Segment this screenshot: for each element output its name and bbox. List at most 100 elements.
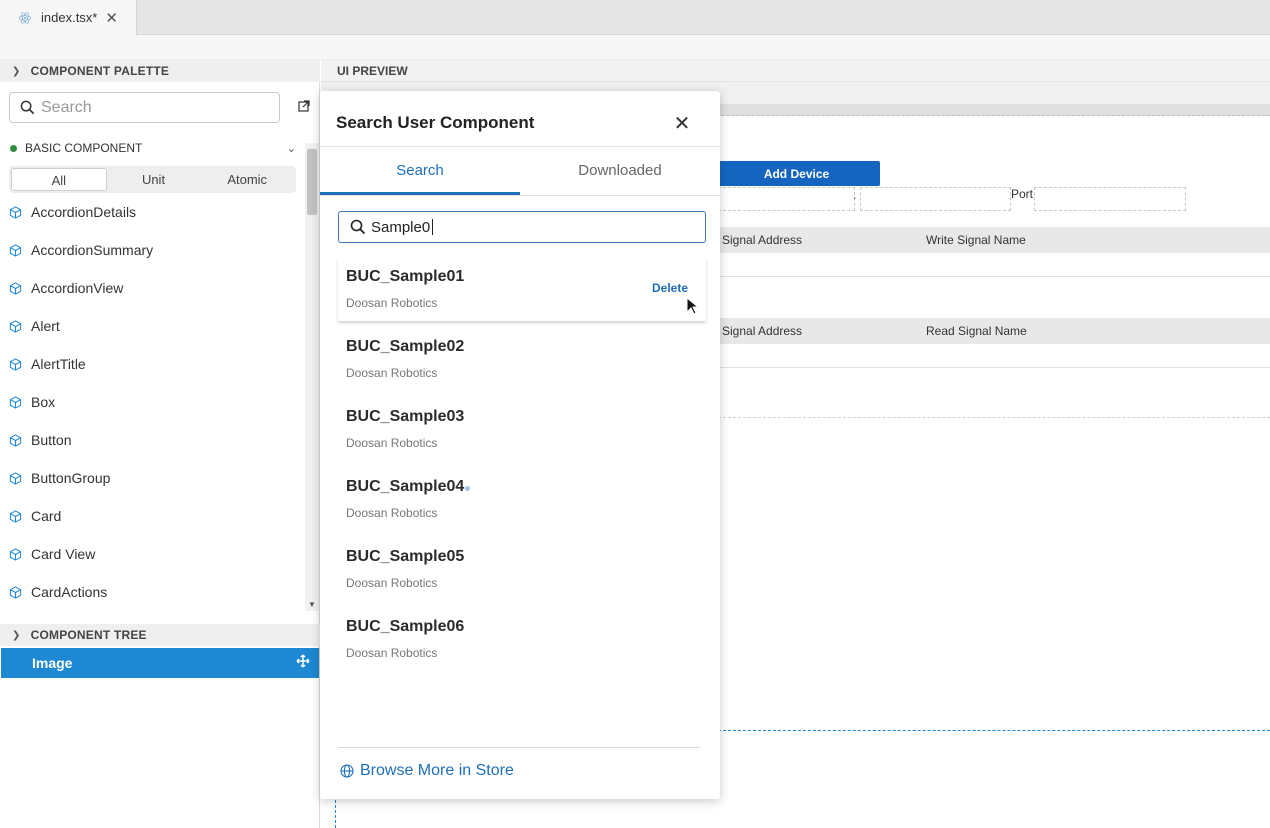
cube-icon — [9, 281, 22, 295]
palette-item[interactable]: AccordionDetails — [0, 193, 305, 231]
selection-outline — [713, 730, 1270, 731]
tree-item-selected[interactable]: Image — [1, 648, 319, 678]
close-icon[interactable]: ✕ — [105, 9, 118, 27]
ip-separator: . — [853, 188, 857, 202]
cube-icon — [9, 547, 22, 561]
chevron-down-icon[interactable]: ❯ — [12, 630, 21, 641]
read-signal-name-label: Read Signal Name — [926, 324, 1027, 338]
ip-field[interactable] — [860, 187, 1011, 211]
dialog-title: Search User Component — [336, 113, 535, 132]
ip-field[interactable] — [713, 187, 855, 211]
palette-item-label: ButtonGroup — [31, 470, 111, 486]
preview-header-label: UI PREVIEW — [337, 63, 408, 78]
palette-search-input[interactable]: Search — [9, 92, 280, 123]
result-item[interactable]: BUC_Sample02 Doosan Robotics — [338, 329, 706, 391]
cube-icon — [9, 319, 22, 333]
result-name: BUC_Sample04 — [346, 478, 465, 495]
palette-item-label: Card — [31, 508, 62, 524]
add-device-button[interactable]: Add Device — [713, 161, 880, 186]
component-filter: All Unit Atomic — [9, 166, 296, 193]
tab-downloaded[interactable]: Downloaded — [520, 147, 720, 195]
palette-list: AccordionDetails AccordionSummary Accord… — [0, 193, 305, 611]
filter-atomic[interactable]: Atomic — [200, 168, 294, 191]
chevron-down-icon[interactable]: ⌄ — [287, 142, 296, 155]
search-icon — [20, 100, 35, 115]
write-signal-name-label: Write Signal Name — [926, 233, 1026, 247]
divider — [713, 367, 1270, 368]
divider — [320, 195, 720, 196]
write-signal-address-label: Signal Address — [722, 233, 803, 247]
browse-store-label: Browse More in Store — [360, 762, 514, 779]
filter-all[interactable]: All — [11, 168, 107, 191]
component-search-value: Sample0 — [371, 218, 431, 236]
scroll-down-icon[interactable]: ▼ — [308, 600, 316, 609]
palette-item[interactable]: Card — [0, 497, 305, 535]
palette-item[interactable]: Button — [0, 421, 305, 459]
filter-unit[interactable]: Unit — [107, 168, 201, 191]
result-org: Doosan Robotics — [346, 366, 438, 380]
tree-header[interactable]: ❯ COMPONENT TREE — [0, 624, 320, 646]
result-item[interactable]: BUC_Sample03 Doosan Robotics — [338, 399, 706, 461]
react-icon — [18, 11, 32, 24]
search-user-component-dialog: Search User Component ✕ Search Downloade… — [320, 91, 720, 799]
palette-item[interactable]: AlertTitle — [0, 345, 305, 383]
divider — [713, 417, 1270, 418]
write-signal-header: Signal Address Write Signal Name — [713, 227, 1270, 253]
result-org: Doosan Robotics — [346, 576, 438, 590]
editor-tab[interactable]: index.tsx* ✕ — [0, 0, 137, 35]
port-field[interactable] — [1034, 187, 1186, 211]
palette-scrollbar[interactable]: ▼ — [305, 143, 319, 611]
palette-search-placeholder: Search — [41, 98, 92, 116]
cube-icon — [9, 433, 22, 447]
result-item[interactable]: BUC_Sample05 Doosan Robotics — [338, 539, 706, 601]
result-name: BUC_Sample01 — [346, 268, 465, 285]
cube-icon — [9, 585, 22, 599]
cube-icon — [9, 395, 22, 409]
palette-item[interactable]: Alert — [0, 307, 305, 345]
editor-tab-label: index.tsx* — [41, 10, 98, 25]
text-caret — [432, 219, 434, 235]
loading-dot-icon — [465, 486, 470, 491]
palette-item-label: AlertTitle — [31, 356, 86, 372]
result-org: Doosan Robotics — [346, 436, 438, 450]
editor-tab-bar — [0, 0, 1270, 35]
palette-item-label: AccordionView — [31, 280, 124, 296]
palette-item-label: Box — [31, 394, 56, 410]
cube-icon — [9, 357, 22, 371]
palette-header-label: COMPONENT PALETTE — [30, 64, 170, 78]
palette-item[interactable]: Card View — [0, 535, 305, 573]
search-icon — [350, 219, 366, 235]
palette-item-label: AccordionDetails — [31, 204, 137, 220]
palette-item[interactable]: Box — [0, 383, 305, 421]
read-signal-header: Signal Address Read Signal Name — [713, 318, 1270, 344]
chevron-down-icon[interactable]: ❯ — [12, 66, 21, 77]
palette-item[interactable]: AccordionView — [0, 269, 305, 307]
result-item[interactable]: BUC_Sample06 Doosan Robotics — [338, 609, 706, 671]
divider — [713, 276, 1270, 277]
cube-icon — [9, 243, 22, 257]
open-external-icon[interactable] — [298, 100, 310, 115]
tab-search[interactable]: Search — [320, 147, 520, 195]
palette-item-label: Button — [31, 432, 72, 448]
result-item[interactable]: BUC_Sample01 Doosan Robotics Delete — [338, 259, 706, 321]
close-icon[interactable]: ✕ — [672, 111, 692, 136]
scrollbar-thumb[interactable] — [307, 149, 317, 215]
result-name: BUC_Sample03 — [346, 408, 465, 425]
palette-item[interactable]: AccordionSummary — [0, 231, 305, 269]
component-search-input[interactable]: Sample0 — [338, 211, 706, 243]
selection-outline — [335, 800, 336, 828]
toolbar-strip — [0, 35, 1270, 60]
move-icon[interactable] — [296, 654, 310, 668]
palette-item[interactable]: ButtonGroup — [0, 459, 305, 497]
basic-component-group[interactable]: BASIC COMPONENT ⌄ — [10, 138, 300, 158]
delete-button[interactable]: Delete — [652, 281, 688, 295]
result-item[interactable]: BUC_Sample04 Doosan Robotics — [338, 469, 706, 531]
palette-header[interactable]: ❯ COMPONENT PALETTE — [0, 60, 320, 82]
result-name: BUC_Sample05 — [346, 548, 465, 565]
palette-item-label: AccordionSummary — [31, 242, 154, 258]
mouse-pointer-icon — [686, 297, 700, 315]
status-dot — [10, 144, 17, 152]
divider — [338, 747, 700, 748]
palette-item[interactable]: CardActions — [0, 573, 305, 611]
browse-store-link[interactable]: Browse More in Store — [340, 762, 514, 780]
